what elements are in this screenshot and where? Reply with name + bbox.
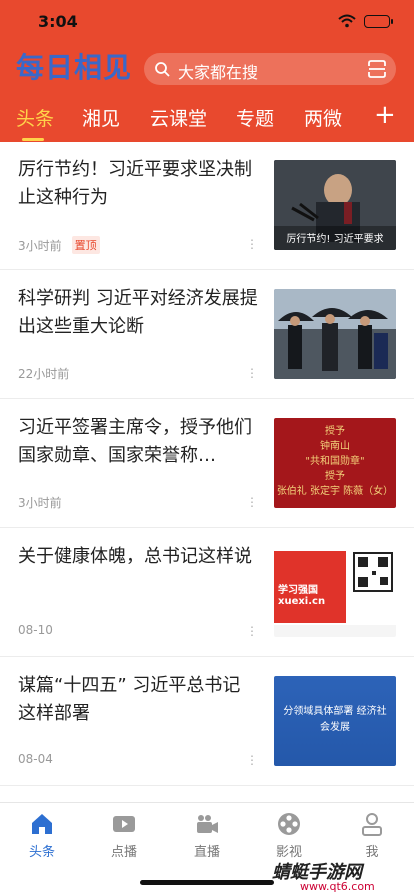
search-bar[interactable]: 大家都在搜 xyxy=(144,53,396,85)
news-meta: 3小时前 xyxy=(18,494,62,511)
news-time: 3小时前 xyxy=(18,238,62,253)
more-options-icon[interactable]: ⋮ xyxy=(246,625,258,637)
news-item[interactable]: 习近平签署主席令，授予他们国家勋章、国家荣誉称… 3小时前 ⋮ 授予 钟南山 "… xyxy=(0,400,414,528)
film-reel-icon xyxy=(278,813,300,835)
news-thumbnail: 厉行节约! 习近平要求 xyxy=(274,160,396,250)
news-thumbnail: 授予 钟南山 "共和国勋章" 授予 张伯礼 张定宇 陈薇（女） xyxy=(274,418,396,508)
nav-film[interactable]: 影视 xyxy=(259,811,319,860)
app-logo: 每日相见 xyxy=(16,51,133,84)
status-icons xyxy=(338,14,393,28)
nav-label: 头条 xyxy=(28,845,55,860)
nav-live[interactable]: 直播 xyxy=(177,811,237,860)
tab-xiangjian[interactable]: 湘见 xyxy=(82,104,120,131)
news-title: 习近平签署主席令，授予他们国家勋章、国家荣誉称… xyxy=(18,417,252,466)
home-indicator[interactable] xyxy=(140,880,274,885)
tab-topics[interactable]: 专题 xyxy=(236,104,274,131)
wifi-icon xyxy=(338,14,356,28)
thumbnail-caption: 授予 钟南山 "共和国勋章" 授予 张伯礼 张定宇 陈薇（女） xyxy=(276,426,394,497)
battery-icon xyxy=(364,14,393,28)
nav-headlines[interactable]: 头条 xyxy=(12,811,72,860)
user-icon xyxy=(362,813,382,836)
more-options-icon[interactable]: ⋮ xyxy=(246,367,258,379)
thumbnail-caption: 分领域具体部署 经济社会发展 xyxy=(283,706,387,733)
pinned-badge: 置顶 xyxy=(71,236,100,254)
video-camera-icon xyxy=(197,815,218,833)
more-options-icon[interactable]: ⋮ xyxy=(246,238,258,250)
more-options-icon[interactable]: ⋮ xyxy=(246,754,258,766)
news-thumbnail xyxy=(274,289,396,379)
tab-headlines[interactable]: 头条 xyxy=(16,104,54,131)
news-time: 08-04 xyxy=(18,752,53,766)
scan-icon[interactable] xyxy=(368,60,386,78)
news-item[interactable]: 关于健康体魄，总书记这样说 08-10 ⋮ 学习强国 xuexi.cn xyxy=(0,529,414,657)
news-meta: 3小时前 置顶 xyxy=(18,236,100,254)
news-time: 22小时前 xyxy=(18,367,70,381)
news-time: 08-10 xyxy=(18,623,53,637)
news-meta: 22小时前 xyxy=(18,365,69,382)
news-title: 厉行节约！习近平要求坚决制止这种行为 xyxy=(18,159,252,208)
nav-label: 直播 xyxy=(193,845,220,860)
more-options-icon[interactable]: ⋮ xyxy=(246,496,258,508)
search-icon xyxy=(155,62,170,77)
tab-cloud-class[interactable]: 云课堂 xyxy=(150,104,207,131)
app-header: 3:04 每日相见 大家都在搜 头条 湘见 云课堂 专题 两微 + xyxy=(0,0,414,142)
play-icon xyxy=(113,816,135,832)
news-thumbnail: 学习强国 xuexi.cn xyxy=(274,547,396,637)
home-icon xyxy=(32,814,52,834)
news-meta: 08-10 xyxy=(18,623,53,637)
status-time: 3:04 xyxy=(38,12,78,31)
news-time: 3小时前 xyxy=(18,496,62,510)
status-bar: 3:04 xyxy=(0,0,414,44)
news-item[interactable]: 谋篇“十四五” 习近平总书记这样部署 08-04 ⋮ 分领域具体部署 经济社会发… xyxy=(0,658,414,786)
active-tab-indicator xyxy=(22,138,44,141)
news-title: 科学研判 习近平对经济发展提出这些重大论断 xyxy=(18,288,258,337)
tab-liangwei[interactable]: 两微 xyxy=(304,104,342,131)
thumbnail-caption: 厉行节约! 习近平要求 xyxy=(286,232,383,245)
news-thumbnail: 分领域具体部署 经济社会发展 xyxy=(274,676,396,766)
news-title: 谋篇“十四五” 习近平总书记这样部署 xyxy=(18,675,241,724)
news-meta: 08-04 xyxy=(18,752,53,766)
news-item[interactable]: 厉行节约！习近平要求坚决制止这种行为 3小时前 置顶 ⋮ 厉行节约! 习近平要求 xyxy=(0,142,414,270)
news-item[interactable]: 科学研判 习近平对经济发展提出这些重大论断 22小时前 ⋮ xyxy=(0,271,414,399)
search-placeholder: 大家都在搜 xyxy=(178,63,259,82)
nav-label: 点播 xyxy=(110,845,137,860)
nav-me[interactable]: 我 xyxy=(342,811,402,860)
watermark-url: www.qt6.com xyxy=(300,880,375,893)
nav-on-demand[interactable]: 点播 xyxy=(94,811,154,860)
category-tabs: 头条 湘见 云课堂 专题 两微 xyxy=(0,100,414,140)
news-title: 关于健康体魄，总书记这样说 xyxy=(18,546,252,567)
thumbnail-caption: 学习强国 xuexi.cn xyxy=(278,585,326,607)
add-tab-button[interactable]: + xyxy=(374,100,396,130)
